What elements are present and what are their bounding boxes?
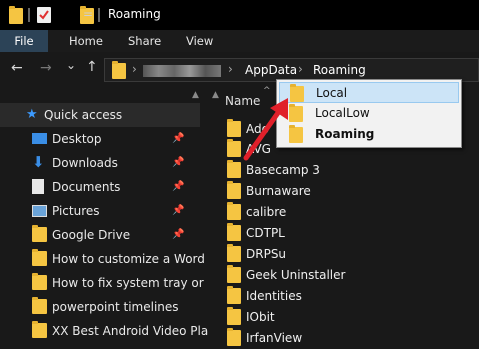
sidebar-item-label: How to customize a Word (52, 252, 205, 266)
sidebar-item-documents[interactable]: Documents 📌 (0, 175, 200, 199)
sidebar-item-google-drive[interactable]: Google Drive 📌 (0, 223, 200, 247)
sidebar-item-label: powerpoint timelines (52, 300, 179, 314)
annotation-arrow (243, 98, 288, 161)
sidebar-item-label: Quick access (44, 108, 123, 122)
breadcrumb-chevron[interactable]: › (298, 62, 303, 76)
scroll-up-icon[interactable]: ▲ (212, 90, 219, 100)
tab-view[interactable]: View (186, 30, 213, 52)
pin-icon[interactable]: 📌 (172, 127, 184, 151)
scroll-up-icon[interactable]: ▲ (192, 90, 199, 100)
tab-home[interactable]: Home (69, 30, 103, 52)
folder-icon (112, 61, 126, 79)
folder-icon (227, 181, 241, 199)
menu-item-label: LocalLow (315, 106, 370, 120)
navigation-pane: ★ Quick access ▲ Desktop 📌 ⬇ Downloads 📌… (0, 90, 208, 349)
folder-icon (32, 249, 47, 266)
menu-item-roaming[interactable]: Roaming (279, 124, 459, 145)
pin-icon[interactable]: 📌 (172, 151, 184, 175)
file-name: IObit (246, 310, 275, 324)
sidebar-item-label: XX Best Android Video Pla (52, 324, 209, 338)
file-name: calibre (246, 205, 287, 219)
sidebar-item-android-video[interactable]: XX Best Android Video Pla (0, 319, 208, 343)
folder-icon (227, 307, 241, 325)
file-name: Burnaware (246, 184, 311, 198)
folder-icon (32, 225, 47, 242)
sidebar-item-label: Pictures (52, 204, 100, 218)
menu-item-local[interactable]: Local (279, 82, 459, 103)
folder-icon (32, 321, 47, 338)
title-bar: = Roaming (0, 0, 479, 30)
ribbon-tabs: File Home Share View (0, 30, 479, 52)
back-icon[interactable]: ← (11, 60, 23, 76)
pin-icon[interactable]: 📌 (172, 175, 184, 199)
tab-file[interactable]: File (0, 30, 48, 52)
sort-ascending-icon: ^ (263, 86, 271, 96)
window-title: Roaming (108, 7, 161, 21)
sidebar-item-quick-access[interactable]: ★ Quick access (0, 103, 200, 127)
sidebar-item-desktop[interactable]: Desktop 📌 (0, 127, 200, 151)
sidebar-item-pictures[interactable]: Pictures 📌 (0, 199, 200, 223)
folder-icon (227, 328, 241, 346)
sidebar-item-customize-word[interactable]: How to customize a Word (0, 247, 205, 271)
menu-item-label: Local (316, 86, 348, 100)
sidebar-item-downloads[interactable]: ⬇ Downloads 📌 (0, 151, 200, 175)
pictures-icon (32, 205, 47, 217)
properties-icon[interactable] (37, 7, 51, 23)
up-icon[interactable]: ↑ (86, 59, 98, 75)
file-name: DRPSu (246, 247, 287, 261)
sidebar-item-label: How to fix system tray or (52, 276, 204, 290)
folder-icon (32, 297, 47, 314)
sidebar-item-label: Documents (52, 180, 121, 194)
recent-locations-icon[interactable]: ⌄ (66, 58, 76, 72)
divider (98, 8, 100, 22)
customize-qat-icon[interactable]: = (83, 7, 93, 21)
documents-icon (32, 179, 44, 194)
redacted-username (143, 65, 221, 77)
forward-icon[interactable]: → (40, 60, 52, 76)
sidebar-item-fix-system-tray[interactable]: How to fix system tray or (0, 271, 204, 295)
sidebar-item-powerpoint-timelines[interactable]: powerpoint timelines (0, 295, 200, 319)
breadcrumb-separator: › (228, 62, 233, 76)
file-name: Identities (246, 289, 302, 303)
folder-icon (227, 223, 241, 241)
folder-icon (227, 202, 241, 220)
sidebar-item-label: Downloads (52, 156, 118, 170)
sidebar-item-label: Desktop (52, 132, 102, 146)
folder-icon (227, 286, 241, 304)
breadcrumb-roaming[interactable]: Roaming (313, 63, 366, 77)
desktop-icon (32, 133, 47, 144)
folder-icon (32, 273, 47, 290)
file-name: IrfanView (246, 331, 303, 345)
tab-share[interactable]: Share (128, 30, 161, 52)
folder-icon (227, 244, 241, 262)
pin-icon[interactable]: 📌 (172, 199, 184, 223)
pin-icon[interactable]: 📌 (172, 223, 184, 247)
breadcrumb-dropdown-menu: Local LocalLow Roaming (276, 79, 462, 148)
divider (28, 8, 30, 22)
breadcrumb-appdata[interactable]: AppData (245, 63, 297, 77)
downloads-icon: ⬇ (32, 153, 45, 171)
star-icon: ★ (26, 107, 38, 122)
folder-icon (227, 265, 241, 283)
menu-item-label: Roaming (315, 127, 375, 141)
file-name: CDTPL (246, 226, 285, 240)
sidebar-item-label: Google Drive (52, 228, 131, 242)
menu-item-locallow[interactable]: LocalLow (279, 103, 459, 124)
breadcrumb-separator: › (132, 62, 137, 76)
folder-icon (9, 6, 23, 24)
file-name: Geek Uninstaller (246, 268, 346, 282)
